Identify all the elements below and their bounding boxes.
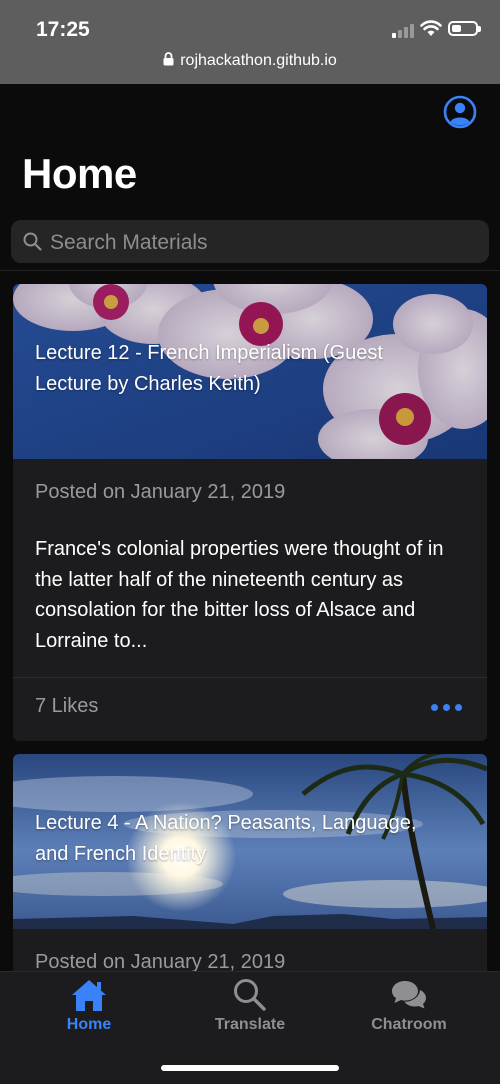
- profile-button[interactable]: [443, 95, 477, 129]
- post-hero-image[interactable]: Lecture 4 - A Nation? Peasants, Language…: [13, 754, 487, 929]
- status-time: 17:25: [36, 18, 90, 41]
- browser-status-bar: 17:25 rojhackathon.github.io: [0, 0, 500, 84]
- post-date: Posted on January 21, 2019: [35, 481, 286, 503]
- page-title: Home: [22, 150, 137, 197]
- home-indicator[interactable]: [161, 1065, 339, 1071]
- post-title: Lecture 12 - French Imperialism (Guest L…: [35, 342, 383, 395]
- home-icon: [72, 980, 106, 1011]
- tab-translate-label: Translate: [214, 1016, 286, 1033]
- address-bar[interactable]: rojhackathon.github.io: [0, 52, 500, 70]
- battery-icon: [448, 21, 481, 36]
- post-likes: 7 Likes: [35, 695, 99, 717]
- search-input[interactable]: [48, 220, 482, 265]
- post-hero-image[interactable]: Lecture 12 - French Imperialism (Guest L…: [13, 284, 487, 459]
- materials-feed[interactable]: Lecture 12 - French Imperialism (Guest L…: [0, 271, 500, 971]
- post-card[interactable]: Lecture 12 - French Imperialism (Guest L…: [13, 284, 487, 741]
- post-title: Lecture 4 - A Nation? Peasants, Language…: [35, 812, 417, 865]
- chat-bubbles-icon: [392, 981, 426, 1009]
- tab-chatroom-label: Chatroom: [371, 1016, 447, 1033]
- person-circle-icon: [443, 95, 477, 129]
- post-card[interactable]: Lecture 4 - A Nation? Peasants, Language…: [13, 754, 487, 971]
- cellular-signal-icon: [392, 22, 418, 38]
- post-date: Posted on January 21, 2019: [35, 951, 286, 971]
- search-icon: [234, 979, 266, 1011]
- card-divider: [13, 677, 487, 678]
- more-options-button[interactable]: [426, 696, 466, 718]
- lock-icon: [163, 52, 174, 66]
- search-icon: [23, 232, 42, 251]
- tab-home-label: Home: [66, 1016, 112, 1033]
- tab-translate[interactable]: Translate: [167, 972, 333, 1042]
- wifi-icon: [420, 20, 442, 36]
- tab-chatroom[interactable]: Chatroom: [326, 972, 492, 1042]
- search-bar[interactable]: [11, 220, 489, 265]
- address-url: rojhackathon.github.io: [180, 52, 337, 69]
- post-excerpt: France's colonial properties were though…: [35, 538, 444, 652]
- tab-home[interactable]: Home: [6, 972, 172, 1042]
